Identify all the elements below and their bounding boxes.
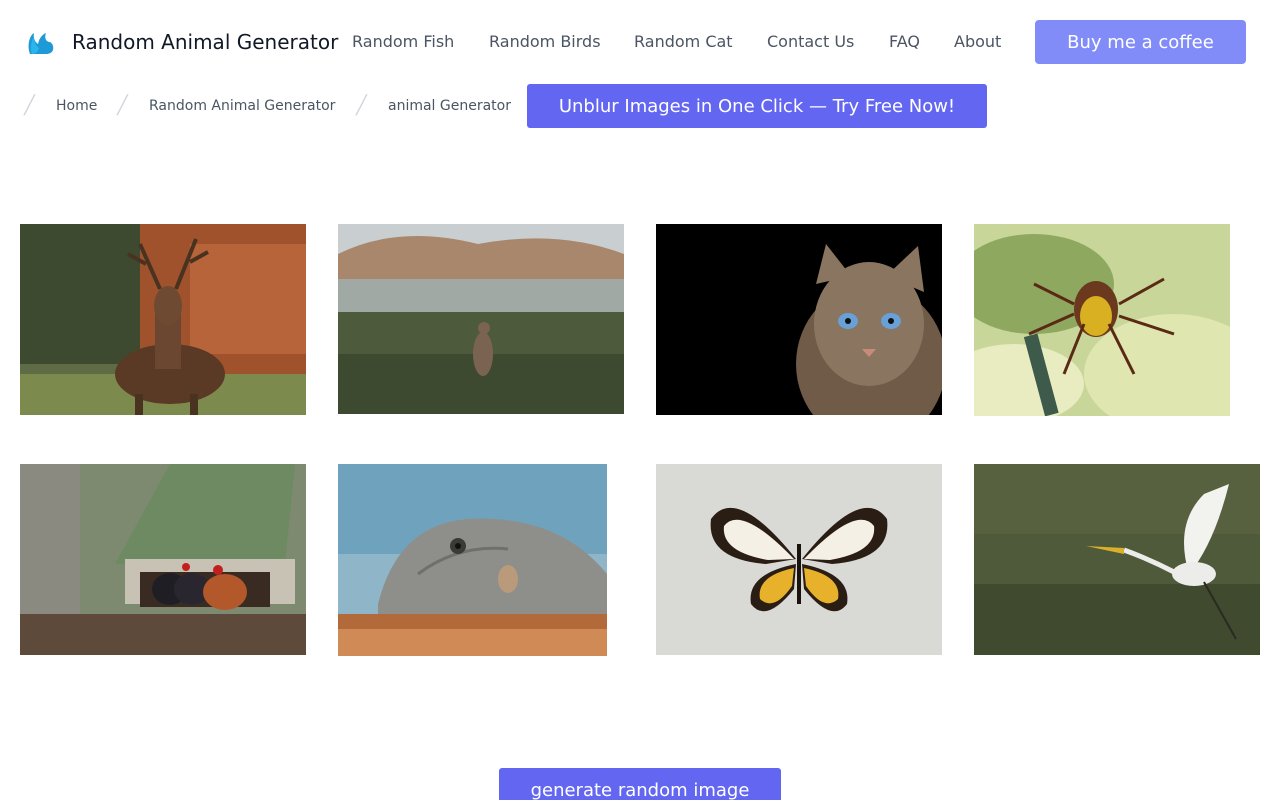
breadcrumb-home[interactable]: Home bbox=[56, 98, 97, 114]
kangaroo-image[interactable] bbox=[338, 224, 624, 414]
iguana-image[interactable] bbox=[338, 464, 607, 656]
breadcrumb-random-animal-generator[interactable]: Random Animal Generator bbox=[149, 98, 335, 114]
breadcrumb-separator: ╱ bbox=[117, 95, 128, 116]
deer-image[interactable] bbox=[20, 224, 306, 415]
nav-contact-us[interactable]: Contact Us bbox=[767, 32, 854, 51]
breadcrumb-separator: ╱ bbox=[356, 95, 367, 116]
unblur-promo-button[interactable]: Unblur Images in One Click — Try Free No… bbox=[527, 84, 987, 128]
butterfly-image[interactable] bbox=[656, 464, 942, 655]
breadcrumb-current: animal Generator bbox=[388, 98, 511, 114]
nav-random-cat[interactable]: Random Cat bbox=[634, 32, 733, 51]
nav-about[interactable]: About bbox=[954, 32, 1001, 51]
breadcrumb-separator: ╱ bbox=[24, 95, 35, 116]
cat-image[interactable] bbox=[656, 224, 942, 415]
site-header: Random Animal Generator Random Fish Rand… bbox=[0, 0, 1280, 84]
nav-faq[interactable]: FAQ bbox=[889, 32, 920, 51]
nav-random-birds[interactable]: Random Birds bbox=[489, 32, 601, 51]
buy-coffee-button[interactable]: Buy me a coffee bbox=[1035, 20, 1246, 64]
generate-random-image-button[interactable]: generate random image bbox=[499, 768, 781, 800]
egret-image[interactable] bbox=[974, 464, 1260, 655]
chickens-image[interactable] bbox=[20, 464, 306, 655]
squirrel-logo-icon[interactable] bbox=[24, 26, 56, 58]
nav-random-fish[interactable]: Random Fish bbox=[352, 32, 454, 51]
brand-title[interactable]: Random Animal Generator bbox=[72, 30, 338, 54]
hornet-image[interactable] bbox=[974, 224, 1230, 416]
